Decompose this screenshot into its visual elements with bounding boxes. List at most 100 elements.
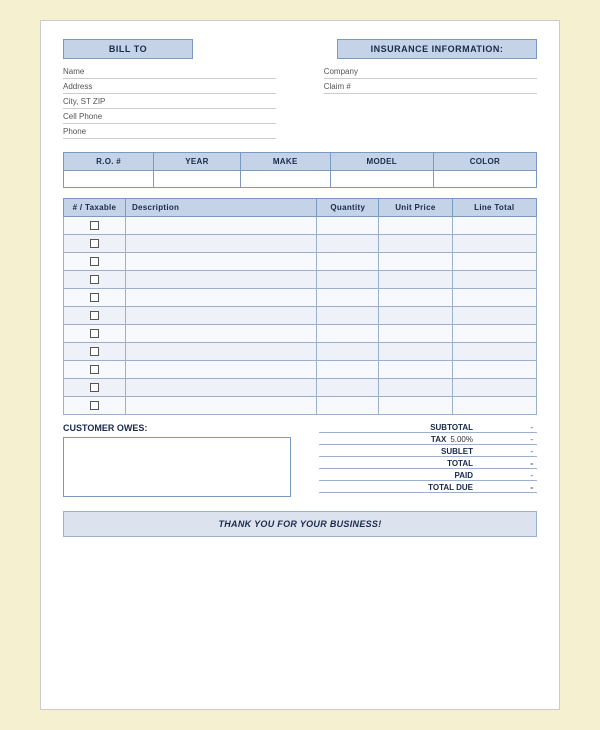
item-total-cell[interactable]	[452, 235, 537, 253]
total-due-row: TOTAL DUE -	[319, 483, 537, 493]
vehicle-color-cell[interactable]	[433, 171, 536, 188]
item-total-cell[interactable]	[452, 325, 537, 343]
item-checkbox-cell[interactable]	[64, 235, 126, 253]
item-total-cell[interactable]	[452, 217, 537, 235]
paid-label: PAID	[397, 471, 477, 480]
item-desc-cell[interactable]	[125, 343, 316, 361]
item-checkbox-cell[interactable]	[64, 397, 126, 415]
item-qty-cell[interactable]	[317, 253, 379, 271]
item-checkbox-cell[interactable]	[64, 307, 126, 325]
checkbox-icon[interactable]	[90, 401, 99, 410]
item-qty-cell[interactable]	[317, 217, 379, 235]
item-price-cell[interactable]	[379, 235, 452, 253]
sublet-row: SUBLET -	[319, 447, 537, 457]
bill-city-label: City, ST ZIP	[63, 97, 105, 106]
item-qty-cell[interactable]	[317, 307, 379, 325]
insurance-fields: Company Claim #	[324, 67, 537, 142]
table-row	[64, 343, 537, 361]
checkbox-icon[interactable]	[90, 257, 99, 266]
table-row	[64, 235, 537, 253]
checkbox-icon[interactable]	[90, 239, 99, 248]
item-price-cell[interactable]	[379, 307, 452, 325]
item-total-cell[interactable]	[452, 379, 537, 397]
item-checkbox-cell[interactable]	[64, 253, 126, 271]
invoice-page: BILL TO INSURANCE INFORMATION: Name Addr…	[40, 20, 560, 710]
item-qty-cell[interactable]	[317, 325, 379, 343]
vehicle-model-cell[interactable]	[330, 171, 433, 188]
item-checkbox-cell[interactable]	[64, 289, 126, 307]
customer-owes-section: CUSTOMER OWES:	[63, 423, 291, 497]
checkbox-icon[interactable]	[90, 329, 99, 338]
item-desc-cell[interactable]	[125, 253, 316, 271]
item-price-cell[interactable]	[379, 343, 452, 361]
item-total-cell[interactable]	[452, 397, 537, 415]
item-total-cell[interactable]	[452, 343, 537, 361]
item-checkbox-cell[interactable]	[64, 271, 126, 289]
totals-section: SUBTOTAL - TAX 5.00% - SUBLET - TOTAL - …	[319, 423, 537, 495]
info-section: Name Address City, ST ZIP Cell Phone Pho…	[63, 67, 537, 142]
total-label: TOTAL	[397, 459, 477, 468]
item-qty-cell[interactable]	[317, 343, 379, 361]
item-qty-cell[interactable]	[317, 289, 379, 307]
sublet-label: SUBLET	[397, 447, 477, 456]
col-quantity: Quantity	[317, 199, 379, 217]
bill-city-row: City, ST ZIP	[63, 97, 276, 109]
items-table: # / Taxable Description Quantity Unit Pr…	[63, 198, 537, 415]
item-desc-cell[interactable]	[125, 361, 316, 379]
item-checkbox-cell[interactable]	[64, 325, 126, 343]
item-price-cell[interactable]	[379, 325, 452, 343]
item-price-cell[interactable]	[379, 289, 452, 307]
item-qty-cell[interactable]	[317, 379, 379, 397]
item-qty-cell[interactable]	[317, 235, 379, 253]
item-checkbox-cell[interactable]	[64, 217, 126, 235]
item-price-cell[interactable]	[379, 271, 452, 289]
bill-name-label: Name	[63, 67, 84, 76]
checkbox-icon[interactable]	[90, 221, 99, 230]
vehicle-make-cell[interactable]	[240, 171, 330, 188]
checkbox-icon[interactable]	[90, 365, 99, 374]
bill-name-row: Name	[63, 67, 276, 79]
checkbox-icon[interactable]	[90, 383, 99, 392]
vehicle-year-cell[interactable]	[154, 171, 241, 188]
item-checkbox-cell[interactable]	[64, 379, 126, 397]
item-total-cell[interactable]	[452, 289, 537, 307]
item-total-cell[interactable]	[452, 271, 537, 289]
item-desc-cell[interactable]	[125, 235, 316, 253]
item-desc-cell[interactable]	[125, 397, 316, 415]
item-qty-cell[interactable]	[317, 397, 379, 415]
checkbox-icon[interactable]	[90, 347, 99, 356]
vehicle-ro-cell[interactable]	[64, 171, 154, 188]
item-checkbox-cell[interactable]	[64, 361, 126, 379]
item-desc-cell[interactable]	[125, 325, 316, 343]
item-total-cell[interactable]	[452, 307, 537, 325]
bottom-section: CUSTOMER OWES: SUBTOTAL - TAX 5.00% - SU…	[63, 423, 537, 497]
item-checkbox-cell[interactable]	[64, 343, 126, 361]
bill-address-label: Address	[63, 82, 92, 91]
table-row	[64, 361, 537, 379]
item-desc-cell[interactable]	[125, 307, 316, 325]
item-desc-cell[interactable]	[125, 217, 316, 235]
item-price-cell[interactable]	[379, 397, 452, 415]
bill-cell-label: Cell Phone	[63, 112, 102, 121]
table-row	[64, 397, 537, 415]
bill-address-row: Address	[63, 82, 276, 94]
item-qty-cell[interactable]	[317, 361, 379, 379]
item-desc-cell[interactable]	[125, 289, 316, 307]
item-desc-cell[interactable]	[125, 379, 316, 397]
item-price-cell[interactable]	[379, 217, 452, 235]
tax-row: TAX 5.00% -	[319, 435, 537, 445]
item-qty-cell[interactable]	[317, 271, 379, 289]
checkbox-icon[interactable]	[90, 293, 99, 302]
customer-owes-box[interactable]	[63, 437, 291, 497]
item-desc-cell[interactable]	[125, 271, 316, 289]
item-price-cell[interactable]	[379, 379, 452, 397]
col-number-taxable: # / Taxable	[64, 199, 126, 217]
total-value: -	[477, 459, 537, 468]
checkbox-icon[interactable]	[90, 311, 99, 320]
checkbox-icon[interactable]	[90, 275, 99, 284]
item-total-cell[interactable]	[452, 361, 537, 379]
paid-row: PAID -	[319, 471, 537, 481]
item-total-cell[interactable]	[452, 253, 537, 271]
item-price-cell[interactable]	[379, 253, 452, 271]
item-price-cell[interactable]	[379, 361, 452, 379]
